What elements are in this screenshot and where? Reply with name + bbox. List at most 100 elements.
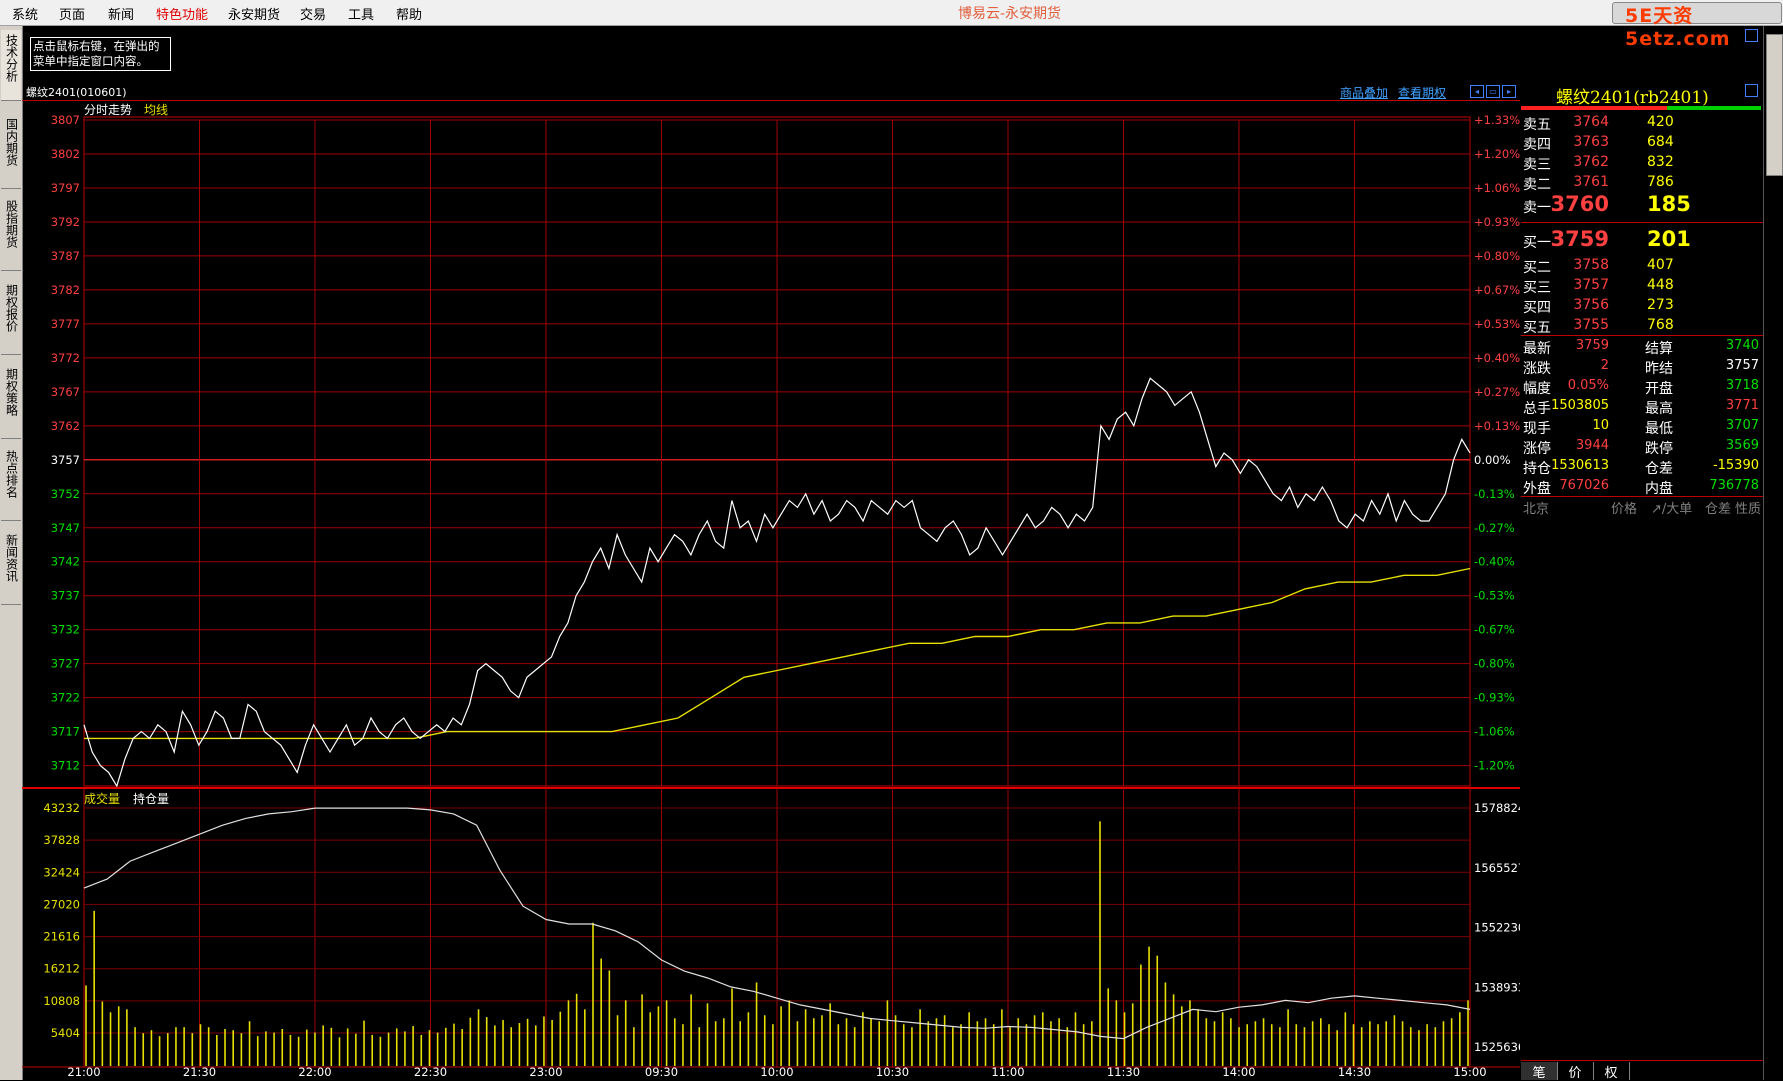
quote-panel: 螺纹2401(rb2401) 卖五 3764 420 卖四 3763 684 卖三 3762 8… [1521,82,1763,1081]
pct-tick-label: +0.27% [1474,385,1520,399]
stat-row: 总手 1503805 最高 3771 [1521,397,1763,417]
ask-level-4[interactable]: 卖四 3763 684 [1521,133,1763,153]
price-tick-label: 3772 [51,351,80,365]
pct-tick-label: +0.53% [1474,317,1520,331]
legend-avg-line: 均线 [144,103,168,117]
ask-level-1[interactable]: 卖一 3760 185 [1521,192,1763,218]
bid-level-3-volume: 448 [1647,277,1674,293]
bid-level-4-label: 买四 [1523,300,1551,316]
time-tick-label: 11:30 [1107,1065,1140,1079]
oi-tick-label: 1525636 [1474,1040,1520,1054]
price-tick-label: 3782 [51,283,80,297]
bottom-tab-0[interactable]: 笔 [1521,1062,1558,1081]
right-collapse-tab[interactable] [1766,34,1783,176]
watermark: 5E天资5etz.com [1625,5,1731,50]
stat-label: 最新 [1523,341,1551,357]
bid-level-5[interactable]: 买五 3755 768 [1521,316,1763,336]
volume-tick-label: 10808 [43,994,80,1008]
price-tick-label: 3802 [51,147,80,161]
stat-row: 持仓 1530613 仓差 -15390 [1521,457,1763,477]
bottom-tab-2[interactable]: 权 [1593,1062,1630,1081]
stat-value: 3771 [1725,398,1759,413]
volume-tick-label: 5404 [51,1026,80,1040]
order-book-divider [1521,222,1763,223]
stat-label: 最高 [1645,401,1673,417]
tick-header-region: 北京 [1523,502,1550,517]
volume-tick-label: 43232 [43,801,80,815]
pct-tick-label: -1.20% [1474,759,1515,773]
tick-header-bigorder: ↗/大单 [1651,502,1693,517]
price-tick-label: 3807 [51,113,80,127]
bottom-tab-1[interactable]: 价 [1557,1062,1594,1081]
stat-row: 外盘 767026 内盘 736778 [1521,477,1763,497]
bid-level-1[interactable]: 买一 3759 201 [1521,227,1763,253]
price-tick-label: 3762 [51,419,80,433]
ask-level-3-price: 3762 [1573,154,1609,170]
time-tick-label: 14:30 [1338,1065,1371,1079]
stat-label: 持仓 [1523,461,1551,477]
stat-row: 现手 10 最低 3707 [1521,417,1763,437]
bid-level-5-price: 3755 [1573,317,1609,333]
quote-title: 螺纹2401(rb2401) [1556,88,1709,108]
stat-label: 仓差 [1645,461,1673,477]
stat-value: 0.05% [1567,378,1609,393]
time-tick-label: 21:00 [67,1065,100,1079]
legend-price-line: 分时走势 [84,103,132,117]
stat-value: 767026 [1559,478,1609,493]
tick-header-nature: 性质 [1735,502,1762,517]
price-tick-label: 3767 [51,385,80,399]
intraday-chart[interactable]: 3807 +1.33% 3802 +1.20% 3797 +1.06% 3792 +0.93%… [0,0,1520,1080]
stat-value: 3707 [1725,418,1759,433]
price-tick-label: 3752 [51,487,80,501]
pct-tick-label: -0.53% [1474,589,1515,603]
bid-level-3-price: 3757 [1573,277,1609,293]
stat-value: 1530613 [1551,458,1609,473]
bid-level-2[interactable]: 买二 3758 407 [1521,256,1763,276]
pct-tick-label: +0.13% [1474,419,1520,433]
ask-level-5[interactable]: 卖五 3764 420 [1521,113,1763,133]
bid-level-4-volume: 273 [1647,297,1674,313]
window-maximize-icon[interactable] [1745,29,1758,42]
price-tick-label: 3742 [51,555,80,569]
price-tick-label: 3777 [51,317,80,331]
panel-maximize-icon[interactable] [1745,84,1758,97]
ask-level-4-price: 3763 [1573,134,1609,150]
bid-level-2-label: 买二 [1523,260,1551,276]
stat-label: 结算 [1645,341,1673,357]
stat-label: 涨停 [1523,441,1551,457]
ask-level-2-volume: 786 [1647,174,1674,190]
ask-ratio-bar [1521,106,1667,110]
bid-level-1-label: 买一 [1523,235,1551,251]
pct-tick-label: -0.93% [1474,691,1515,705]
stat-value: -15390 [1712,458,1759,473]
stat-value: 3944 [1575,438,1609,453]
ask-level-3-volume: 832 [1647,154,1674,170]
time-tick-label: 10:00 [760,1065,793,1079]
ask-level-4-volume: 684 [1647,134,1674,150]
bid-level-3-label: 买三 [1523,280,1551,296]
price-tick-label: 3747 [51,521,80,535]
bid-level-5-volume: 768 [1647,317,1674,333]
ask-level-4-label: 卖四 [1523,137,1551,153]
price-tick-label: 3787 [51,249,80,263]
bid-level-2-volume: 407 [1647,257,1674,273]
ask-level-5-volume: 420 [1647,114,1674,130]
pct-tick-label: +1.06% [1474,181,1520,195]
ask-level-5-price: 3764 [1573,114,1609,130]
pct-tick-label: -0.27% [1474,521,1515,535]
pct-tick-label: +0.93% [1474,215,1520,229]
bid-level-4[interactable]: 买四 3756 273 [1521,296,1763,316]
stat-label: 涨跌 [1523,361,1551,377]
stat-label: 现手 [1523,421,1551,437]
time-tick-label: 14:00 [1222,1065,1255,1079]
stat-value: 3569 [1725,438,1759,453]
tick-header-price: 价格 [1611,502,1638,517]
ask-level-3[interactable]: 卖三 3762 832 [1521,153,1763,173]
bottom-tab-bar: 笔价权 [1521,1060,1763,1081]
stat-row: 涨停 3944 跌停 3569 [1521,437,1763,457]
ask-level-2[interactable]: 卖二 3761 786 [1521,173,1763,193]
time-tick-label: 22:00 [298,1065,331,1079]
ask-level-5-label: 卖五 [1523,117,1551,133]
pct-tick-label: 0.00% [1474,453,1511,467]
bid-level-3[interactable]: 买三 3757 448 [1521,276,1763,296]
